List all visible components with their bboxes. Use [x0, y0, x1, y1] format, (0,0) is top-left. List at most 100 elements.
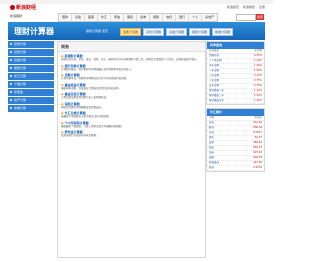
top-strip: [0, 0, 273, 4]
tab-insurance[interactable]: 保险计算器: [189, 28, 211, 36]
section-body: 帮助您估算所需保障额度及保费支出。: [61, 105, 104, 109]
column-header: 年利率: [254, 49, 262, 52]
site-logo[interactable]: 新浪财经: [10, 4, 36, 11]
rate-name: 三年定期: [209, 79, 220, 82]
exchange-box: 外汇牌价 币种 中间价 美元 631.16 欧元 836.04 日元 8.0917 港…: [206, 108, 265, 172]
section: 基金定投计算器 计算定期定额投资的累计投入和预期收益。: [61, 92, 202, 100]
section-body: 提供包括存款、贷款、基金、保险、外汇、税收等在内的多种理财计算工具，帮助您合理规…: [61, 58, 199, 61]
sidebar-item[interactable]: 外汇计算: [8, 73, 54, 80]
currency-name: 澳元: [209, 146, 215, 149]
rate-value: 2.75%: [254, 84, 262, 87]
currency-value: 631.16: [253, 121, 262, 124]
search-input[interactable]: [236, 14, 256, 21]
section-body: 估算退休后可领取的养老金数额。: [61, 134, 99, 137]
section-body: 按最新汇率换算各主要币种之间的兑换金额。: [61, 115, 112, 118]
nav-item[interactable]: 黄金: [111, 14, 125, 21]
section-body: 根据申购金额、净值变化计算基金投资的实际收益率。: [61, 86, 122, 90]
nav-item[interactable]: 股票: [85, 14, 99, 21]
currency-name: 瑞郎: [209, 156, 215, 159]
rate-value: 1.30%: [254, 64, 262, 67]
top-link[interactable]: 注册: [259, 5, 265, 9]
main-content: 尚务 新理财计算器 提供包括存款、贷款、基金、保险、外汇、税收等在内的多种理财计…: [57, 41, 206, 258]
tab-loan[interactable]: 贷款计算器: [143, 28, 165, 36]
rate-value: 1.10%: [254, 89, 262, 92]
section-body: 计算等额本息、等额本金两种还款方式下的月供及利息总额。: [61, 77, 129, 80]
column-header: 存款类型: [209, 49, 220, 52]
nav-item[interactable]: 外汇: [98, 14, 112, 21]
calculator-tabs: 储蓄计算器 贷款计算器 基金计算器 保险计算器 税收计算器: [120, 28, 235, 36]
sidebar-item[interactable]: 房产计算: [8, 97, 54, 104]
sidebar-item[interactable]: 养老金: [8, 89, 54, 96]
top-link[interactable]: 新浪首页: [227, 5, 239, 9]
rate-value: 1.10%: [254, 59, 262, 62]
section: 外汇兑换计算器 按最新汇率换算各主要币种之间的兑换金额。: [61, 111, 202, 119]
top-links: 新浪首页 新浪财经 注册: [224, 5, 265, 9]
sidebar: 存款计算 贷款计算 基金计算 保险计算 外汇计算 个税计算 养老金 房产计算 债…: [8, 41, 54, 113]
tab-fund[interactable]: 基金计算器: [166, 28, 188, 36]
currency-value: 0.5533: [253, 166, 262, 169]
rate-name: 五年定期: [209, 84, 220, 87]
section: 养老金计算器 估算退休后可领取的养老金数额。: [61, 130, 202, 138]
rate-value: 0.35%: [254, 54, 262, 57]
sidebar-item[interactable]: 债券计算: [8, 105, 54, 112]
tab-tax[interactable]: 税收计算器: [212, 28, 234, 36]
nav-item[interactable]: 房地产: [202, 14, 217, 21]
currency-name: 英镑: [209, 141, 215, 144]
main-heading: 尚务: [58, 42, 205, 52]
currency-value: 640.51: [253, 146, 262, 149]
nav-item[interactable]: 银行: [176, 14, 190, 21]
currency-value: 81.37: [254, 136, 262, 139]
top-link[interactable]: 新浪财经: [243, 5, 255, 9]
section: 新理财计算器 提供包括存款、贷款、基金、保险、外汇、税收等在内的多种理财计算工具…: [61, 54, 202, 62]
rate-row[interactable]: 零存整取五年 1.30%: [207, 99, 264, 104]
currency-value: 8.0917: [253, 131, 262, 134]
calculator-header: 理财计算器 理财计算器 首页 储蓄计算器 贷款计算器 基金计算器 保险计算器 税…: [8, 22, 265, 40]
currency-value: 984.22: [253, 141, 262, 144]
rate-name: 零存整取一年: [209, 89, 225, 92]
section-body: 计算整存整取、零存整取等多种储蓄方式的到期本息和利息收入。: [61, 67, 134, 71]
exchange-box-title: 外汇牌价: [207, 109, 264, 116]
nav-item[interactable]: 基金: [72, 14, 86, 21]
section: 保险计算器 帮助您估算所需保障额度及保费支出。: [61, 102, 202, 110]
search-button[interactable]: 搜索: [256, 14, 264, 20]
nav-item[interactable]: 债券: [137, 14, 151, 21]
currency-name: 日元: [209, 131, 215, 134]
rate-name: 零存整取三年: [209, 94, 225, 97]
rate-value: 2.10%: [254, 74, 262, 77]
nav-item[interactable]: 保险: [150, 14, 164, 21]
eye-logo-icon: [10, 5, 15, 10]
section: 基金收益计算器 根据申购金额、净值变化计算基金投资的实际收益率。: [61, 83, 202, 91]
currency-value: 692.33: [253, 156, 262, 159]
sidebar-item[interactable]: 个税计算: [8, 81, 54, 88]
currency-name: 美元: [209, 121, 215, 124]
rate-name: 二年定期: [209, 74, 220, 77]
rate-box-title: 利率查询: [207, 42, 264, 49]
main-nav: 理财 基金 股票 外汇 黄金 期货 债券 保险 信托 银行 个人 房地产: [58, 13, 219, 22]
page-title: 理财计算器: [14, 27, 54, 36]
currency-name: 港币: [209, 136, 215, 139]
rate-value: 2.75%: [254, 79, 262, 82]
sidebar-item[interactable]: 存款计算: [8, 41, 54, 48]
nav-item[interactable]: 理财: [59, 14, 73, 21]
nav-item[interactable]: 个人: [189, 14, 203, 21]
nav-section-title[interactable]: 新浪理财: [10, 14, 22, 18]
sidebar-item[interactable]: 保险计算: [8, 65, 54, 72]
column-header: 币种: [209, 116, 215, 119]
exchange-row[interactable]: 韩元 0.5533: [207, 166, 264, 171]
sidebar-item[interactable]: 基金计算: [8, 57, 54, 64]
main-nav-row: 新浪理财 理财 基金 股票 外汇 黄金 期货 债券 保险 信托 银行 个人 房地…: [0, 11, 273, 22]
nav-item[interactable]: 信托: [163, 14, 177, 21]
breadcrumb[interactable]: 理财计算器 首页: [86, 29, 108, 33]
currency-value: 607.43: [253, 151, 262, 154]
currency-name: 韩元: [209, 166, 215, 169]
rate-name: 一年定期: [209, 69, 220, 72]
tab-savings[interactable]: 储蓄计算器: [120, 28, 142, 36]
nav-item[interactable]: 期货: [124, 14, 138, 21]
section: 个人所得税计算器 根据最新个税政策，计算工资薪金及劳务报酬应纳税额。: [61, 121, 202, 129]
section-body: 根据最新个税政策，计算工资薪金及劳务报酬应纳税额。: [61, 124, 124, 128]
section: 贷款计算器 计算等额本息、等额本金两种还款方式下的月供及利息总额。: [61, 73, 202, 81]
sidebar-item[interactable]: 贷款计算: [8, 49, 54, 56]
right-column: 利率查询 存款类型 年利率 活期存款 0.35% 三个月定期 1.10% 半年定期 1…: [206, 41, 265, 175]
rate-name: 半年定期: [209, 64, 220, 67]
section: 银行存款计算器 计算整存整取、零存整取等多种储蓄方式的到期本息和利息收入。: [61, 64, 202, 72]
